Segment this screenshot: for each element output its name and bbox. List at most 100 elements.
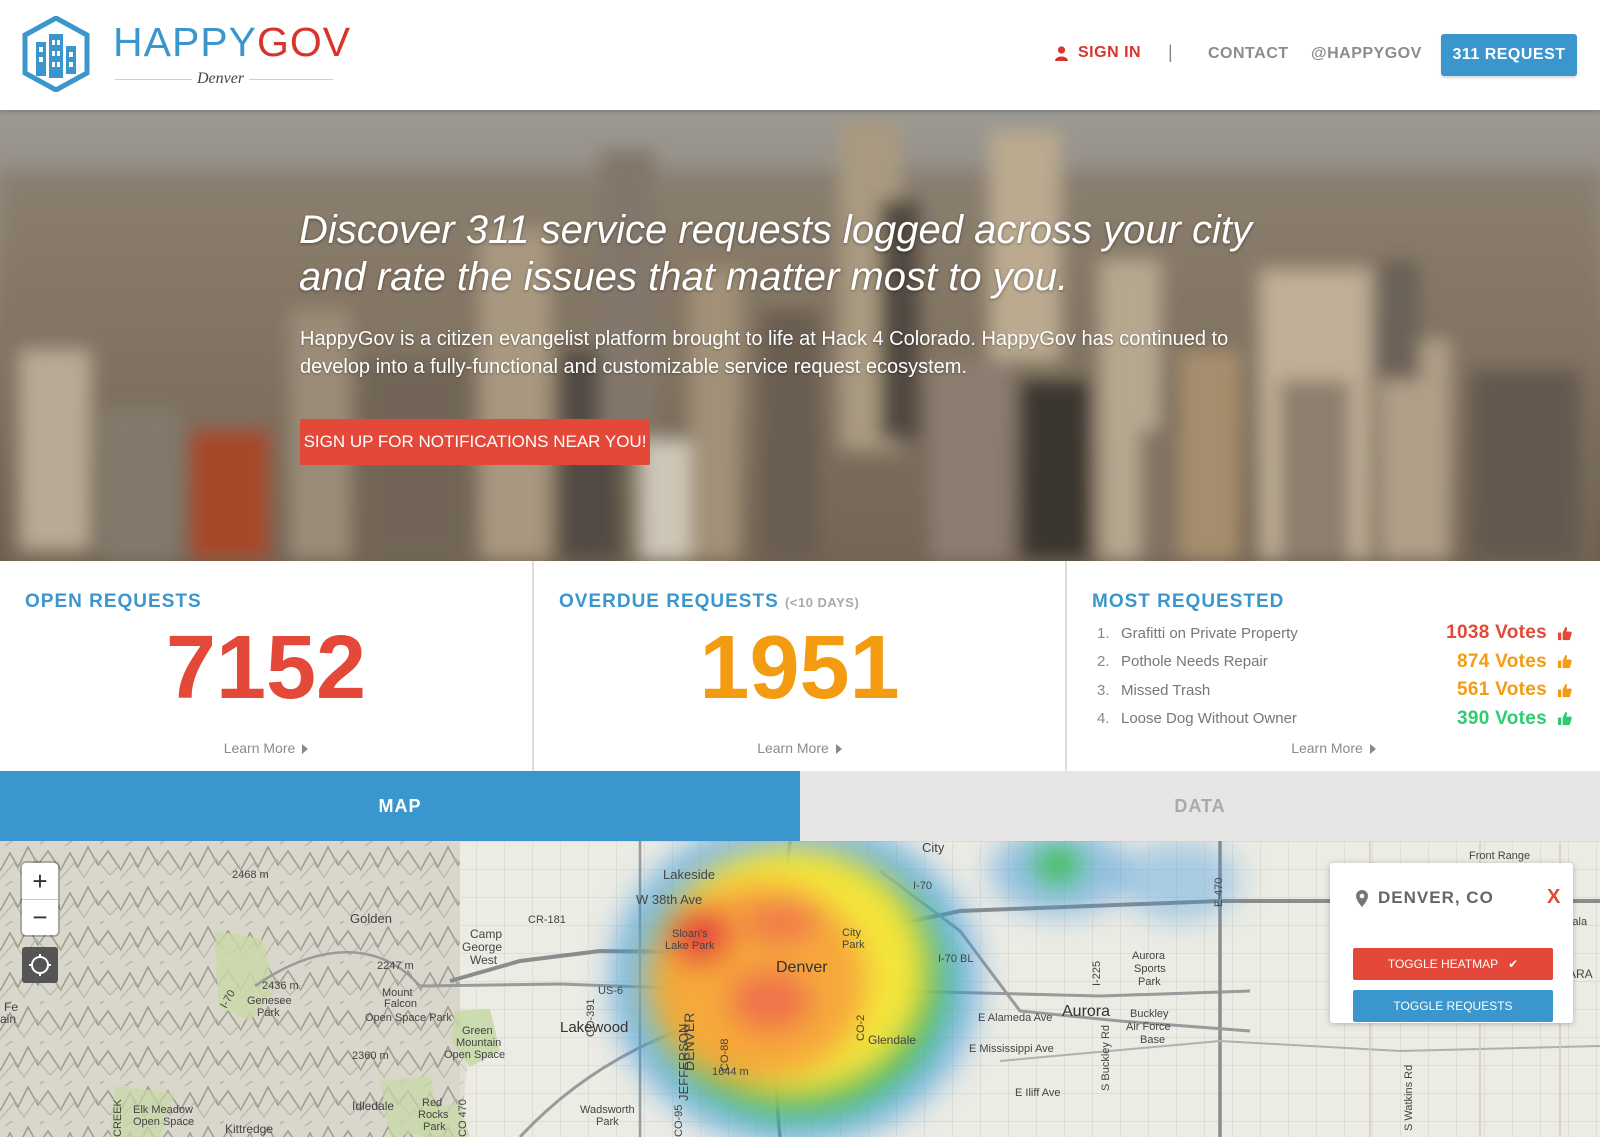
- svg-text:Camp: Camp: [470, 927, 502, 941]
- most-requested-title: MOST REQUESTED: [1092, 591, 1285, 612]
- crosshair-icon: [29, 954, 51, 976]
- site-header: HAPPYGOV Denver SIGN IN | CONTACT @HAPPY…: [0, 0, 1600, 110]
- hero-title-line1: Discover 311 service requests logged acr…: [299, 208, 1253, 252]
- notifications-signup-button[interactable]: SIGN UP FOR NOTIFICATIONS NEAR YOU!: [300, 419, 650, 465]
- svg-text:2247 m: 2247 m: [377, 960, 414, 972]
- thumbs-up-icon[interactable]: [1557, 654, 1572, 669]
- tab-map[interactable]: MAP: [0, 771, 800, 841]
- svg-text:City: City: [842, 927, 861, 939]
- heatmap-map[interactable]: City Lakeside W 38th Ave CR-181 Golden C…: [0, 841, 1600, 1137]
- list-item[interactable]: 4. Loose Dog Without Owner 390 Votes: [1097, 705, 1572, 734]
- svg-text:Golden: Golden: [350, 911, 392, 926]
- svg-text:Aurora: Aurora: [1132, 950, 1166, 962]
- svg-text:CO-95: CO-95: [673, 1105, 685, 1137]
- svg-text:Green: Green: [462, 1025, 493, 1037]
- svg-text:Sloan's: Sloan's: [672, 928, 708, 940]
- request-name: Missed Trash: [1121, 681, 1211, 699]
- svg-text:City: City: [922, 841, 945, 855]
- hero-title-line2: and rate the issues that matter most to …: [299, 255, 1069, 299]
- overdue-requests-subtitle: (<10 DAYS): [785, 595, 860, 610]
- svg-text:Wadsworth: Wadsworth: [580, 1104, 635, 1116]
- caret-right-icon: [302, 744, 309, 754]
- location-label: DENVER, CO: [1378, 888, 1494, 907]
- map-options-panel: DENVER, CO X TOGGLE HEATMAP ✔ TOGGLE REQ…: [1330, 863, 1573, 1023]
- vote-count: 390 Votes: [1456, 707, 1547, 729]
- svg-text:E Iliff Ave: E Iliff Ave: [1015, 1087, 1060, 1099]
- list-item[interactable]: 2. Pothole Needs Repair 874 Votes: [1097, 648, 1572, 677]
- svg-text:Air Force: Air Force: [1126, 1021, 1171, 1033]
- svg-text:ain: ain: [0, 1012, 16, 1026]
- overdue-requests-count: 1951: [699, 618, 900, 718]
- thumbs-up-icon[interactable]: [1557, 683, 1572, 698]
- svg-text:Aurora: Aurora: [1062, 1003, 1110, 1020]
- nav-separator: |: [1168, 42, 1173, 62]
- map-pin-icon: [1356, 889, 1368, 907]
- thumbs-up-icon[interactable]: [1557, 626, 1572, 641]
- brand-name-part1: HAPPY: [113, 19, 257, 65]
- svg-text:Park: Park: [596, 1116, 619, 1128]
- svg-text:Park: Park: [257, 1007, 280, 1019]
- most-requested-learn-more[interactable]: Learn More: [1067, 740, 1600, 756]
- svg-text:Front Range: Front Range: [1469, 850, 1530, 862]
- sign-in-link[interactable]: SIGN IN: [1055, 44, 1141, 62]
- svg-text:Red: Red: [422, 1097, 442, 1109]
- most-requested-list: 1. Grafitti on Private Property 1038 Vot…: [1097, 619, 1572, 733]
- svg-text:Rocks: Rocks: [418, 1109, 449, 1121]
- svg-text:CR-181: CR-181: [528, 914, 566, 926]
- zoom-control: + −: [22, 863, 58, 935]
- svg-text:Denver: Denver: [776, 959, 828, 976]
- svg-text:Open Space: Open Space: [444, 1049, 505, 1061]
- svg-text:S Watkins Rd: S Watkins Rd: [1403, 1065, 1415, 1131]
- svg-text:West: West: [470, 953, 498, 967]
- view-tabs: MAP DATA: [0, 771, 1600, 841]
- brand-name[interactable]: HAPPYGOV: [113, 22, 351, 63]
- svg-text:E Alameda Ave: E Alameda Ave: [978, 1012, 1052, 1024]
- learn-more-label: Learn More: [1291, 740, 1363, 756]
- svg-text:Open Space: Open Space: [133, 1116, 194, 1128]
- vote-count: 874 Votes: [1456, 650, 1547, 672]
- building-logo-icon[interactable]: [22, 16, 90, 92]
- svg-text:I-70: I-70: [913, 880, 932, 892]
- learn-more-label: Learn More: [223, 740, 296, 756]
- contact-link[interactable]: CONTACT: [1208, 45, 1289, 63]
- toggle-requests-button[interactable]: TOGGLE REQUESTS: [1353, 990, 1553, 1022]
- svg-text:CO 470: CO 470: [457, 1099, 469, 1137]
- svg-text:Genesee: Genesee: [247, 995, 292, 1007]
- open-requests-learn-more[interactable]: Learn More: [0, 740, 532, 756]
- locate-me-button[interactable]: [22, 947, 58, 983]
- list-item[interactable]: 1. Grafitti on Private Property 1038 Vot…: [1097, 619, 1572, 648]
- brand-city: Denver: [192, 70, 250, 88]
- toggle-heatmap-button[interactable]: TOGGLE HEATMAP ✔: [1353, 948, 1553, 980]
- svg-text:S Buckley Rd: S Buckley Rd: [1100, 1025, 1112, 1091]
- overdue-requests-title-label: OVERDUE REQUESTS: [559, 591, 779, 612]
- overdue-requests-card: OVERDUE REQUESTS (<10 DAYS) 1951 Learn M…: [534, 561, 1067, 771]
- brand-name-part2: GOV: [257, 19, 352, 65]
- overdue-requests-learn-more[interactable]: Learn More: [534, 740, 1065, 756]
- tab-data[interactable]: DATA: [800, 771, 1600, 841]
- close-panel-button[interactable]: X: [1547, 886, 1560, 909]
- stats-row: OPEN REQUESTS 7152 Learn More OVERDUE RE…: [0, 561, 1600, 771]
- hero-title: Discover 311 service requests logged acr…: [299, 207, 1349, 301]
- svg-text:CO-2: CO-2: [855, 1015, 867, 1041]
- svg-text:Kittredge: Kittredge: [225, 1122, 273, 1136]
- zoom-out-button[interactable]: −: [22, 899, 58, 935]
- svg-text:Lakeside: Lakeside: [663, 867, 715, 882]
- rank-number: 1.: [1097, 624, 1110, 642]
- svg-text:Park: Park: [1138, 976, 1161, 988]
- overdue-requests-title: OVERDUE REQUESTS (<10 DAYS): [559, 591, 859, 613]
- svg-text:CREEK: CREEK: [112, 1098, 124, 1137]
- twitter-link[interactable]: @HAPPYGOV: [1311, 45, 1422, 63]
- list-item[interactable]: 3. Missed Trash 561 Votes: [1097, 676, 1572, 705]
- svg-text:Idledale: Idledale: [352, 1099, 394, 1113]
- svg-text:Park: Park: [423, 1121, 446, 1133]
- rank-number: 3.: [1097, 681, 1110, 699]
- svg-text:Sports: Sports: [1134, 963, 1166, 975]
- user-icon: [1055, 45, 1068, 61]
- vote-count: 561 Votes: [1456, 679, 1547, 701]
- 311-request-button[interactable]: 311 REQUEST: [1441, 34, 1577, 76]
- thumbs-up-icon[interactable]: [1557, 711, 1572, 726]
- request-name: Loose Dog Without Owner: [1121, 710, 1297, 728]
- zoom-in-button[interactable]: +: [22, 863, 58, 899]
- panel-location: DENVER, CO: [1356, 888, 1494, 908]
- most-requested-card: MOST REQUESTED 1. Grafitti on Private Pr…: [1067, 561, 1600, 771]
